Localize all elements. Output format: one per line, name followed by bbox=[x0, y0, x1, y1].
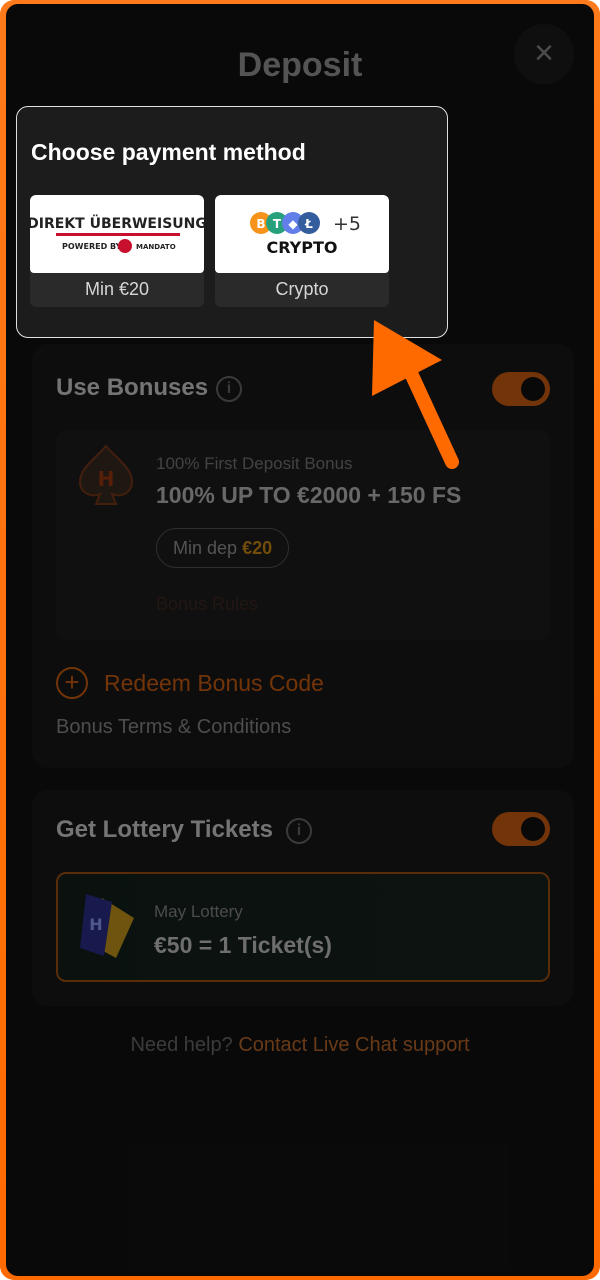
lottery-headline: €50 = 1 Ticket(s) bbox=[154, 932, 332, 958]
help-question: Need help? bbox=[130, 1034, 233, 1056]
bonus-rules-link[interactable]: Bonus Rules bbox=[156, 594, 258, 615]
crypto-logo-text: CRYPTO bbox=[266, 238, 337, 257]
min-deposit-pill: Min dep €20 bbox=[156, 528, 290, 568]
live-chat-link[interactable]: Contact Live Chat support bbox=[238, 1034, 469, 1056]
payment-method-crypto[interactable]: B T ◆ Ł +5 CRYPTO Crypto bbox=[215, 195, 389, 307]
crypto-plus-count: +5 bbox=[333, 213, 361, 235]
crypto-logo: B T ◆ Ł +5 CRYPTO bbox=[215, 195, 389, 273]
popup-title: Choose payment method bbox=[31, 139, 306, 165]
lottery-card: Get Lottery Tickets i H May Lottery €50 … bbox=[32, 790, 574, 1006]
bonuses-toggle[interactable] bbox=[492, 372, 550, 406]
min-dep-amount: €20 bbox=[242, 538, 273, 558]
svg-text:H: H bbox=[98, 467, 115, 491]
close-button[interactable]: × bbox=[514, 24, 574, 84]
mandato-brand: MANDATO bbox=[136, 243, 176, 251]
payment-method-popup: Choose payment method DIREKT ÜBERWEISUNG… bbox=[16, 106, 448, 338]
min-dep-label: Min dep bbox=[173, 538, 238, 558]
lottery-title: Get Lottery Tickets bbox=[56, 816, 273, 843]
lottery-offer[interactable]: H May Lottery €50 = 1 Ticket(s) bbox=[56, 872, 550, 982]
direkt-logo-line2: POWERED BY bbox=[62, 242, 122, 251]
bonus-offer[interactable]: H 100% First Deposit Bonus 100% UP TO €2… bbox=[56, 430, 550, 640]
svg-text:T: T bbox=[273, 217, 282, 231]
ticket-icon: H bbox=[80, 894, 134, 958]
payment-method-label: Min €20 bbox=[84, 279, 150, 299]
lottery-subtitle: May Lottery bbox=[154, 902, 243, 921]
direkt-ueberweisung-logo: DIREKT ÜBERWEISUNG POWERED BY MANDATO bbox=[30, 195, 204, 273]
redeem-label: Redeem Bonus Code bbox=[104, 669, 324, 696]
svg-text:◆: ◆ bbox=[288, 217, 298, 231]
close-icon: × bbox=[534, 34, 554, 72]
plus-icon: + bbox=[56, 667, 88, 699]
payment-method-label: Crypto bbox=[275, 279, 329, 299]
info-icon[interactable]: i bbox=[216, 376, 242, 402]
svg-text:B: B bbox=[256, 217, 265, 231]
spade-logo-icon: H bbox=[78, 444, 134, 505]
page-title: Deposit bbox=[237, 46, 363, 84]
direkt-logo-line1: DIREKT ÜBERWEISUNG bbox=[30, 214, 204, 232]
svg-text:Ł: Ł bbox=[304, 217, 313, 231]
help-line: Need help? Contact Live Chat support bbox=[6, 1034, 594, 1057]
bonuses-title: Use Bonuses bbox=[56, 374, 209, 401]
bonus-subtitle: 100% First Deposit Bonus bbox=[156, 454, 353, 473]
redeem-bonus-code-button[interactable]: + Redeem Bonus Code bbox=[56, 666, 324, 700]
pointer-arrow-icon bbox=[372, 320, 459, 469]
info-icon[interactable]: i bbox=[286, 818, 312, 844]
toggle-knob bbox=[521, 817, 545, 841]
bonus-terms-link[interactable]: Bonus Terms & Conditions bbox=[56, 716, 291, 739]
lottery-toggle[interactable] bbox=[492, 812, 550, 846]
payment-method-direkt[interactable]: DIREKT ÜBERWEISUNG POWERED BY MANDATO Mi… bbox=[30, 195, 204, 307]
bonuses-card: Use Bonuses i H 100% First Deposit Bonus… bbox=[32, 344, 574, 768]
svg-text:H: H bbox=[89, 915, 102, 934]
bonus-headline: 100% UP TO €2000 + 150 FS bbox=[156, 482, 462, 508]
toggle-knob bbox=[521, 377, 545, 401]
